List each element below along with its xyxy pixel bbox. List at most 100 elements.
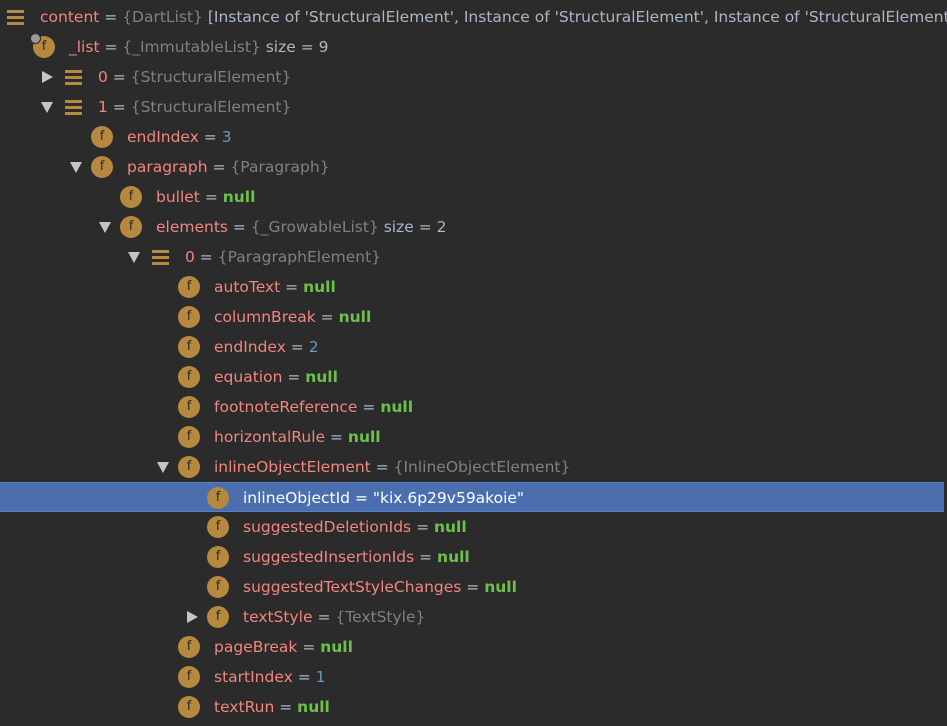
equals-sign: = bbox=[370, 458, 394, 476]
row-content: 0 = {StructuralElement} bbox=[98, 62, 291, 92]
variable-name: pageBreak bbox=[214, 638, 298, 656]
variable-name: 1 bbox=[98, 98, 108, 116]
equals-sign: = bbox=[199, 188, 223, 206]
expand-arrow-down-icon[interactable] bbox=[38, 92, 56, 122]
field-icon bbox=[206, 512, 230, 542]
variable-name: _list bbox=[69, 38, 100, 56]
variable-name: suggestedDeletionIds bbox=[243, 518, 412, 536]
field-icon bbox=[206, 572, 230, 602]
variable-value: 3 bbox=[221, 128, 232, 146]
variable-name: textRun bbox=[214, 698, 275, 716]
row-content: pageBreak = null bbox=[214, 632, 353, 662]
tree-row[interactable]: columnBreak = null bbox=[0, 302, 947, 332]
variable-value: null bbox=[437, 548, 470, 566]
tree-row[interactable]: inlineObjectElement = {InlineObjectEleme… bbox=[0, 452, 947, 482]
variable-name: endIndex bbox=[214, 338, 286, 356]
array-icon bbox=[3, 2, 27, 32]
variable-value: null bbox=[433, 518, 467, 536]
row-content: 0 = {ParagraphElement} bbox=[185, 242, 381, 272]
equals-sign: = bbox=[312, 608, 336, 626]
variable-name: content bbox=[40, 8, 100, 26]
tree-row[interactable]: textRun = null bbox=[0, 692, 947, 722]
expand-arrow-down-icon[interactable] bbox=[125, 242, 143, 272]
row-content: content = {DartList} [Instance of 'Struc… bbox=[40, 2, 947, 32]
equals-sign: = bbox=[282, 368, 306, 386]
tree-row[interactable]: pageBreak = null bbox=[0, 632, 947, 662]
field-icon bbox=[177, 272, 201, 302]
row-content: 1 = {StructuralElement} bbox=[98, 92, 291, 122]
row-content: suggestedTextStyleChanges = null bbox=[243, 572, 517, 602]
row-content: suggestedDeletionIds = null bbox=[243, 512, 467, 542]
tree-row[interactable]: equation = null bbox=[0, 362, 947, 392]
variable-name: autoText bbox=[214, 278, 281, 296]
equals-sign: = bbox=[280, 278, 304, 296]
row-content: footnoteReference = null bbox=[214, 392, 413, 422]
equals-sign: = bbox=[297, 638, 321, 656]
variable-value: null bbox=[303, 278, 336, 296]
expand-arrow-down-icon[interactable] bbox=[67, 152, 85, 182]
type-hint: {_GrowableList} bbox=[250, 218, 379, 236]
field-icon bbox=[90, 122, 114, 152]
tree-row[interactable]: 1 = {StructuralElement} bbox=[0, 92, 947, 122]
variable-value: null bbox=[222, 188, 256, 206]
equals-sign: = bbox=[228, 218, 251, 236]
equals-sign: = bbox=[285, 338, 309, 356]
array-icon bbox=[61, 92, 85, 122]
tree-row[interactable]: endIndex = 3 bbox=[0, 122, 947, 152]
variable-name: startIndex bbox=[214, 668, 293, 686]
tree-row[interactable]: footnoteReference = null bbox=[0, 392, 947, 422]
tree-row[interactable]: content = {DartList} [Instance of 'Struc… bbox=[0, 2, 947, 32]
variable-name: inlineObjectElement bbox=[214, 458, 371, 476]
variable-name: textStyle bbox=[243, 608, 313, 626]
tree-row[interactable]: horizontalRule = null bbox=[0, 422, 947, 452]
row-content: suggestedInsertionIds = null bbox=[243, 542, 470, 572]
tree-row[interactable]: suggestedTextStyleChanges = null bbox=[0, 572, 947, 602]
tree-row[interactable]: startIndex = 1 bbox=[0, 662, 947, 692]
expand-arrow-down-icon[interactable] bbox=[154, 452, 172, 482]
expand-arrow-down-icon[interactable] bbox=[96, 212, 114, 242]
variables-tree[interactable]: content = {DartList} [Instance of 'Struc… bbox=[0, 0, 947, 726]
type-hint: {TextStyle} bbox=[335, 608, 426, 626]
field-icon bbox=[177, 692, 201, 722]
tree-row[interactable]: paragraph = {Paragraph} bbox=[0, 152, 947, 182]
variable-name: 0 bbox=[98, 68, 108, 86]
variable-name: 0 bbox=[185, 248, 195, 266]
type-hint: {StructuralElement} bbox=[130, 68, 292, 86]
field-icon bbox=[206, 602, 230, 632]
tree-row[interactable]: autoText = null bbox=[0, 272, 947, 302]
tree-row[interactable]: endIndex = 2 bbox=[0, 332, 947, 362]
row-content: _list = {_ImmutableList} size = 9 bbox=[69, 32, 328, 62]
row-content: bullet = null bbox=[156, 182, 255, 212]
tree-row[interactable]: textStyle = {TextStyle} bbox=[0, 602, 947, 632]
row-content: inlineObjectElement = {InlineObjectEleme… bbox=[214, 452, 570, 482]
field-icon bbox=[30, 32, 56, 62]
equals-sign: = bbox=[325, 428, 348, 446]
field-icon bbox=[119, 212, 143, 242]
field-icon bbox=[119, 182, 143, 212]
tree-row[interactable]: _list = {_ImmutableList} size = 9 bbox=[0, 32, 947, 62]
tree-row[interactable]: suggestedDeletionIds = null bbox=[0, 512, 947, 542]
tree-row[interactable]: inlineObjectId = "kix.6p29v59akoie" bbox=[0, 482, 944, 512]
equals-sign: = bbox=[350, 489, 373, 507]
variable-name: horizontalRule bbox=[214, 428, 326, 446]
array-icon bbox=[61, 62, 85, 92]
tree-row[interactable]: bullet = null bbox=[0, 182, 947, 212]
variable-value: "kix.6p29v59akoie" bbox=[372, 489, 525, 507]
tree-row[interactable]: 0 = {StructuralElement} bbox=[0, 62, 947, 92]
row-content: horizontalRule = null bbox=[214, 422, 381, 452]
field-icon bbox=[177, 362, 201, 392]
row-content: columnBreak = null bbox=[214, 302, 371, 332]
variable-name: bullet bbox=[156, 188, 200, 206]
type-hint: {DartList} bbox=[122, 8, 203, 26]
expand-arrow-right-icon[interactable] bbox=[38, 62, 56, 92]
row-content: elements = {_GrowableList} size = 2 bbox=[156, 212, 447, 242]
type-hint: {Paragraph} bbox=[230, 158, 330, 176]
tree-row[interactable]: suggestedInsertionIds = null bbox=[0, 542, 947, 572]
field-icon bbox=[206, 483, 230, 513]
tree-row[interactable]: 0 = {ParagraphElement} bbox=[0, 242, 947, 272]
equals-sign: = bbox=[207, 158, 231, 176]
equals-sign: = bbox=[198, 128, 222, 146]
expand-arrow-right-icon[interactable] bbox=[183, 602, 201, 632]
row-content: endIndex = 2 bbox=[214, 332, 319, 362]
tree-row[interactable]: elements = {_GrowableList} size = 2 bbox=[0, 212, 947, 242]
